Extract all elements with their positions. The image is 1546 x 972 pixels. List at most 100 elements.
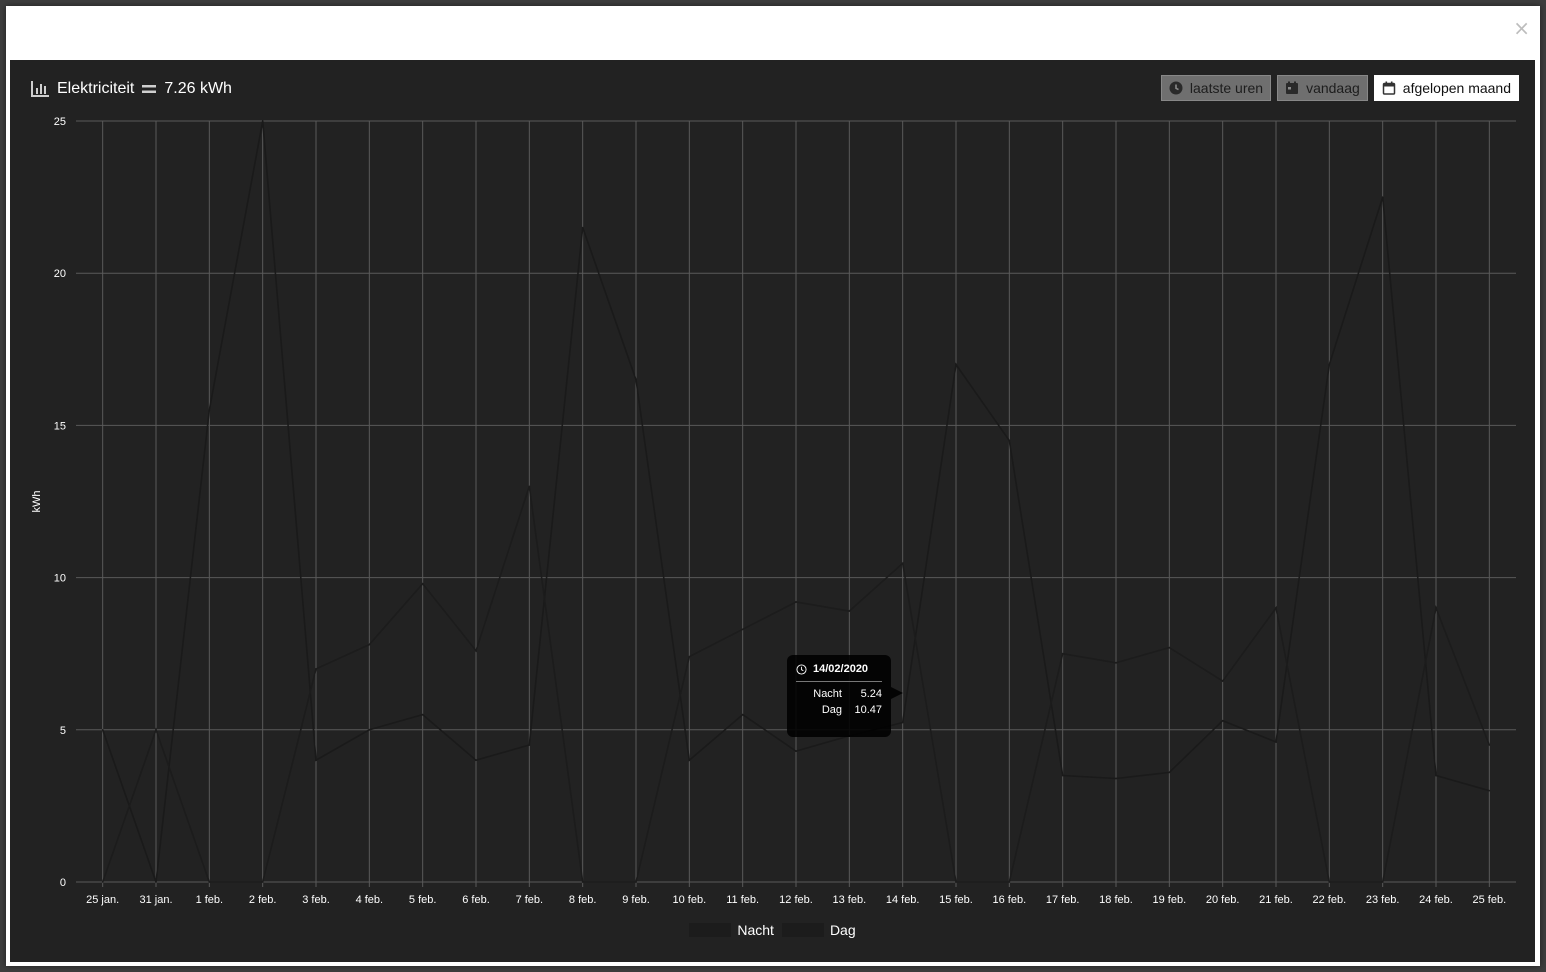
data-point	[368, 729, 371, 731]
data-point	[1328, 363, 1331, 366]
x-tick-label: 14 feb.	[886, 894, 920, 906]
chart-panel: 0 5 10 15 20 25 25 jan. 31 jan. 1 feb. 2 feb. 3 fe…	[10, 60, 1535, 962]
data-point	[208, 409, 211, 411]
x-tick-label: 24 feb.	[1419, 894, 1453, 906]
y-tick-label: 15	[54, 420, 66, 432]
range-buttons: laatste uren vandaag afgelopen maand	[1160, 75, 1519, 101]
y-tick-label: 10	[54, 573, 66, 585]
chart-modal: × 0 5 10 15 20 25 25 jan. 31 jan. 1 feb. 2 feb. 3 …	[6, 6, 1540, 966]
bar-chart-icon	[31, 81, 49, 97]
data-point	[261, 881, 264, 883]
data-point	[1221, 719, 1224, 722]
range-button-label: afgelopen maand	[1402, 80, 1511, 96]
data-point	[955, 363, 957, 366]
data-point	[1381, 881, 1384, 883]
data-point	[421, 582, 424, 585]
x-tick-label: 15 feb.	[939, 894, 973, 906]
modal-header: ×	[6, 6, 1540, 60]
x-tick-label: 9 feb.	[622, 894, 650, 906]
x-tick-label: 21 feb.	[1259, 894, 1293, 906]
chart-legend: Nacht Dag	[10, 920, 1535, 940]
clock-icon	[1169, 81, 1183, 95]
data-point	[1115, 662, 1117, 664]
legend-item-dag[interactable]: Dag	[781, 920, 856, 940]
legend-swatch	[689, 923, 732, 937]
data-point	[581, 226, 584, 229]
data-point	[741, 713, 744, 716]
data-point	[688, 759, 691, 762]
chart-tooltip: 14/02/2020 Nacht 5.24 Dag 10.47	[787, 655, 903, 737]
range-button-label: vandaag	[1306, 80, 1360, 96]
data-point	[315, 759, 317, 762]
data-point	[1435, 607, 1437, 609]
x-tick-label: 3 feb.	[302, 894, 330, 906]
data-point	[1488, 744, 1491, 746]
calendar-icon	[1382, 81, 1396, 95]
x-tick-label: 6 feb.	[462, 894, 490, 906]
data-point	[1275, 607, 1277, 609]
widget-total: 7.26 kWh	[164, 80, 232, 97]
x-tick-label: 2 feb.	[249, 894, 277, 906]
tooltip-row-label: Nacht	[813, 688, 842, 700]
x-tick-label: 23 feb.	[1366, 894, 1400, 906]
range-button-today[interactable]: vandaag	[1277, 75, 1368, 101]
x-tick-label: 22 feb.	[1313, 894, 1347, 906]
equals-icon	[142, 85, 157, 93]
x-tick-label: 11 feb.	[726, 894, 759, 906]
data-point	[315, 668, 317, 670]
x-tick-label: 13 feb.	[833, 894, 867, 906]
calendar-icon	[1286, 81, 1299, 94]
data-point	[901, 721, 904, 724]
data-point	[475, 759, 477, 762]
data-point	[795, 601, 797, 603]
x-tick-label: 18 feb.	[1099, 894, 1133, 906]
x-tick-label: 10 feb.	[673, 894, 707, 906]
x-tick-label: 7 feb.	[516, 894, 544, 906]
x-tick-label: 25 jan.	[86, 894, 119, 906]
widget-title-text: Elektriciteit	[57, 80, 135, 97]
x-tick-label: 16 feb.	[993, 894, 1027, 906]
y-tick-label: 25	[54, 116, 66, 128]
data-point	[581, 881, 584, 883]
x-tick-label: 8 feb.	[569, 894, 597, 906]
data-point	[1061, 652, 1064, 655]
data-point	[528, 744, 531, 746]
x-tick-label: 5 feb.	[409, 894, 437, 906]
tooltip-date: 14/02/2020	[813, 663, 869, 675]
tooltip-row: Nacht 5.24	[796, 688, 882, 700]
data-point	[261, 120, 264, 122]
data-point	[1008, 881, 1011, 883]
data-point	[1008, 439, 1011, 442]
x-tick-label: 20 feb.	[1206, 894, 1240, 906]
data-point	[955, 881, 957, 883]
data-point	[1168, 771, 1171, 774]
legend-item-nacht[interactable]: Nacht	[689, 920, 774, 940]
data-point	[368, 643, 371, 646]
range-button-label: laatste uren	[1189, 80, 1264, 96]
tooltip-row-value: 5.24	[860, 688, 882, 700]
data-point	[635, 378, 637, 381]
data-point	[741, 628, 744, 631]
data-point	[688, 655, 691, 658]
y-tick-label: 20	[54, 268, 66, 280]
data-point	[421, 713, 424, 716]
x-tick-label: 31 jan.	[139, 894, 172, 906]
x-tick-label: 4 feb.	[356, 894, 384, 906]
tooltip-header: 14/02/2020	[796, 663, 882, 682]
data-point	[475, 649, 477, 652]
x-tick-label: 12 feb.	[779, 894, 813, 906]
data-point	[528, 485, 531, 488]
close-button[interactable]: ×	[1513, 18, 1530, 38]
data-point	[795, 750, 797, 752]
range-button-latest-hours[interactable]: laatste uren	[1160, 75, 1272, 101]
data-point	[1381, 196, 1384, 198]
x-tick-label: 19 feb.	[1153, 894, 1187, 906]
line-chart: 0 5 10 15 20 25 25 jan. 31 jan. 1 feb. 2 feb. 3 fe…	[31, 116, 1516, 906]
data-point	[1328, 881, 1331, 883]
data-point	[901, 562, 904, 565]
tooltip-row-value: 10.47	[854, 704, 882, 716]
legend-label: Nacht	[737, 922, 774, 938]
data-point	[101, 881, 104, 883]
data-point	[1061, 774, 1064, 777]
range-button-last-month[interactable]: afgelopen maand	[1373, 75, 1519, 101]
